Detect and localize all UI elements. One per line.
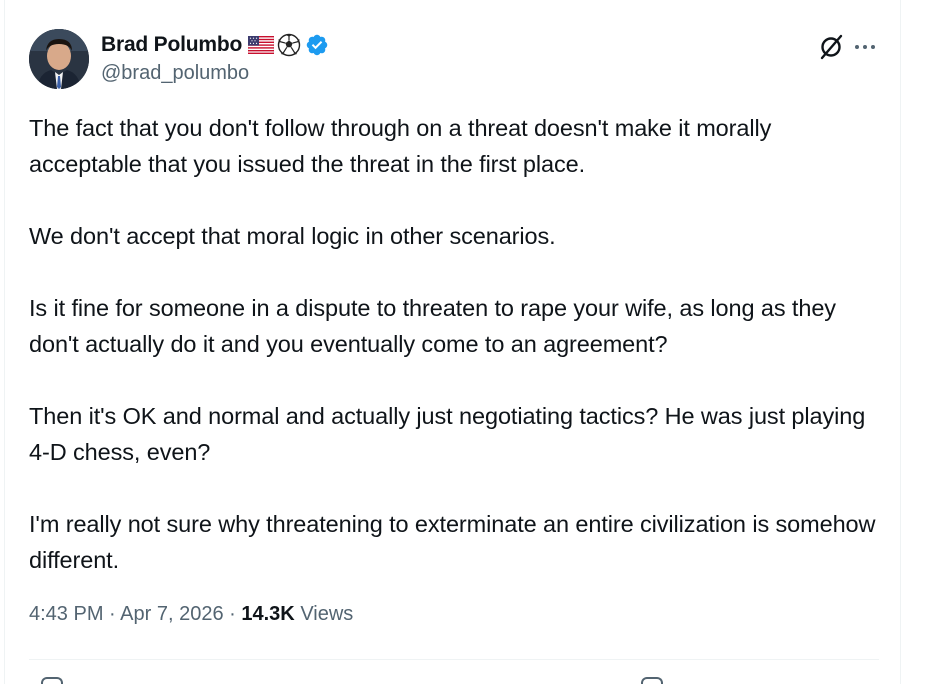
avatar-image: [29, 29, 89, 89]
author-handle[interactable]: @brad_polumbo: [101, 62, 329, 85]
more-options-icon[interactable]: [851, 33, 879, 61]
name-row: Brad Polumbo: [101, 31, 329, 59]
tweet-paragraph: Then it's OK and normal and actually jus…: [29, 403, 866, 465]
tweet-text: The fact that you don't follow through o…: [29, 110, 889, 578]
reply-icon[interactable]: [41, 677, 63, 684]
divider: [29, 659, 879, 660]
bookmark-icon[interactable]: [641, 677, 663, 684]
tweet-header: Brad Polumbo @brad_polumbo: [29, 29, 879, 91]
tweet-paragraph: The fact that you don't follow through o…: [29, 115, 772, 177]
us-flag-icon: [248, 36, 275, 54]
avatar[interactable]: [29, 29, 89, 89]
tweet-paragraph: I'm really not sure why threatening to e…: [29, 511, 876, 573]
soccer-ball-icon: [277, 33, 301, 57]
author-info: Brad Polumbo @brad_polumbo: [101, 31, 329, 85]
views-label: Views: [300, 603, 354, 625]
tweet-card: Brad Polumbo @brad_polumbo The fact that…: [4, 0, 901, 684]
views-count[interactable]: 14.3K: [241, 603, 294, 625]
tweet-paragraph: Is it fine for someone in a dispute to t…: [29, 295, 836, 357]
verified-badge-icon[interactable]: [305, 33, 329, 57]
tweet-metadata: 4:43 PM · Apr 7, 2026 · 14.3K Views: [29, 603, 353, 626]
display-name[interactable]: Brad Polumbo: [101, 33, 242, 57]
meta-separator: ·: [229, 603, 242, 625]
grok-icon[interactable]: [817, 33, 845, 61]
tweet-paragraph: We don't accept that moral logic in othe…: [29, 223, 556, 249]
tweet-time[interactable]: 4:43 PM: [29, 603, 103, 625]
page: Brad Polumbo @brad_polumbo The fact that…: [0, 0, 946, 684]
meta-separator: ·: [109, 603, 121, 625]
tweet-date[interactable]: Apr 7, 2026: [120, 603, 223, 625]
